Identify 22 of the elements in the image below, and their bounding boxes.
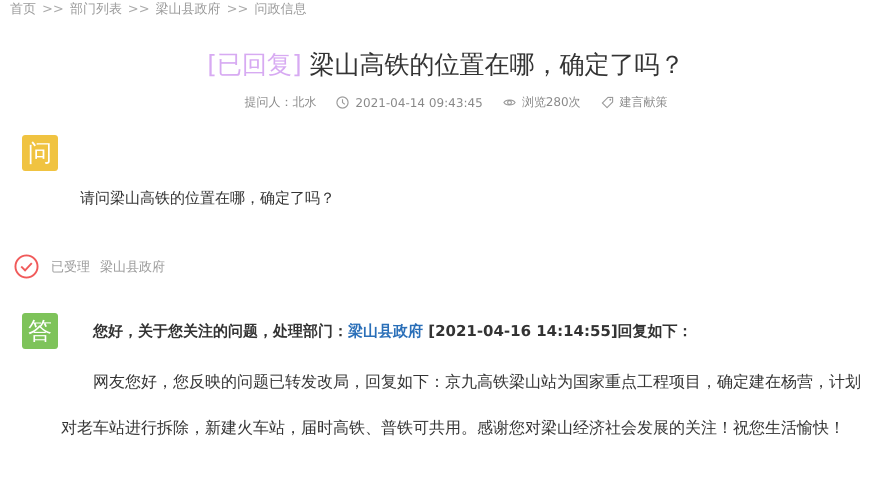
clock-icon <box>336 96 350 109</box>
department-link[interactable]: 梁山县政府 <box>348 322 423 340</box>
page-title: [已回复] 梁山高铁的位置在哪，确定了吗？ <box>206 49 686 81</box>
breadcrumb-separator: >> <box>42 2 64 16</box>
status-label: 已受理 <box>51 258 90 276</box>
breadcrumb-link[interactable]: 问政信息 <box>254 0 306 18</box>
question-text: 请问梁山高铁的位置在哪，确定了吗？ <box>80 189 336 208</box>
meta-text: 浏览280次 <box>522 94 581 111</box>
status-department: 梁山县政府 <box>100 258 165 276</box>
breadcrumb-separator: >> <box>226 2 248 16</box>
reply-text: 网友您好，您反映的问题已转发改局，回复如下：京九高铁梁山站为国家重点工程项目，确定建在杨营，计划对老车站进行拆除，新建火车站，届时高铁、普铁可共用。感谢您对梁山经济社会发展的关注！祝您生活愉快！ <box>61 371 862 439</box>
breadcrumb-link[interactable]: 部门列表 <box>70 0 122 18</box>
meta-text: 提问人：北水 <box>244 94 316 111</box>
question-mark-icon: 问 <box>22 135 58 171</box>
answer-mark-icon: 答 <box>22 313 58 349</box>
meta-text: 建言献策 <box>620 94 668 111</box>
breadcrumb-link[interactable]: 首页 <box>10 0 36 18</box>
breadcrumb-separator: >> <box>128 2 150 16</box>
reply-heading: 您好，关于您关注的问题，处理部门：梁山县政府 [2021-04-16 14:14:55]回复如下： <box>93 322 693 340</box>
meta-text: 2021-04-14 09:43:45 <box>355 96 483 110</box>
breadcrumb-link[interactable]: 梁山县政府 <box>156 0 221 18</box>
tag-icon <box>600 96 614 109</box>
